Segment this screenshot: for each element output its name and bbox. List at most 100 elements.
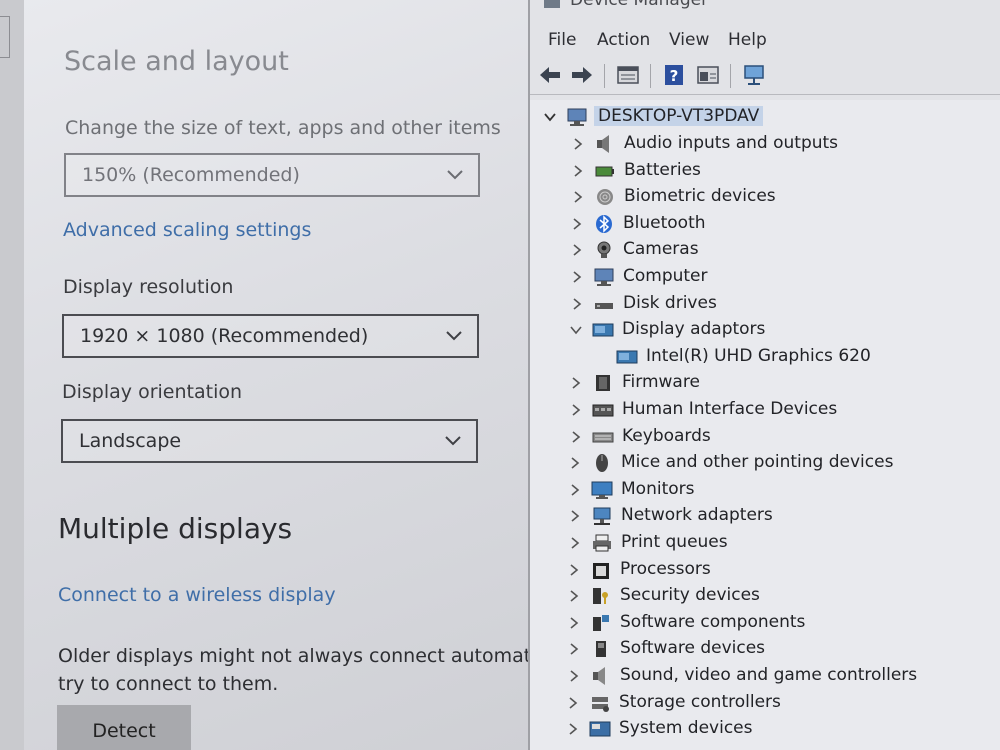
tree-category[interactable]: Processors — [530, 557, 1000, 583]
bluetooth-icon — [596, 214, 612, 233]
tree-category[interactable]: Display adaptors — [530, 317, 1000, 343]
tree-category[interactable]: Batteries — [530, 158, 1000, 184]
chevron-right-icon[interactable] — [569, 537, 581, 549]
update-driver-icon[interactable] — [696, 64, 720, 86]
tree-item-label: Software devices — [620, 638, 766, 659]
tree-item-label: Print queues — [621, 532, 728, 552]
tree-category[interactable]: Bluetooth — [530, 211, 1000, 237]
resolution-dropdown[interactable]: 1920 × 1080 (Recommended) — [62, 314, 479, 358]
tree-category[interactable]: Human Interface Devices — [530, 397, 1000, 423]
security-device-icon — [593, 588, 608, 605]
chevron-right-icon[interactable] — [569, 510, 581, 523]
menu-bar: File Action View Help — [530, 26, 1000, 56]
battery-icon — [595, 166, 614, 177]
computer-icon — [567, 108, 587, 126]
hid-icon — [592, 404, 614, 417]
tree-category[interactable]: Cameras — [530, 237, 1000, 263]
scale-dropdown[interactable]: 150% (Recommended) — [64, 153, 480, 197]
display-settings-panel: Scale and layout Change the size of text… — [0, 0, 530, 750]
orientation-dropdown[interactable]: Landscape — [61, 419, 478, 463]
chevron-down-icon[interactable] — [544, 111, 556, 123]
tree-category[interactable]: Computer — [530, 264, 1000, 290]
detect-button[interactable]: Detect — [57, 705, 191, 750]
tree-root[interactable]: DESKTOP-VT3PDAV — [530, 104, 1000, 130]
tree-category[interactable]: Biometric devices — [530, 184, 1000, 210]
tree-category[interactable]: System devices — [530, 716, 1000, 742]
firmware-icon — [596, 375, 610, 392]
window-title: Device Manager — [570, 0, 709, 10]
software-device-icon — [596, 641, 606, 658]
device-manager-icon — [544, 0, 560, 8]
help-icon[interactable]: ? — [662, 64, 686, 86]
tree-item-label: Sound, video and game controllers — [620, 665, 918, 685]
tree-item-label: Audio inputs and outputs — [624, 133, 839, 153]
tree-item-label: Batteries — [624, 159, 701, 180]
chevron-right-icon[interactable] — [571, 297, 583, 310]
chevron-right-icon[interactable] — [568, 590, 580, 602]
tree-item-label: Mice and other pointing devices — [621, 452, 894, 473]
monitor-icon — [591, 481, 613, 499]
tree-category[interactable]: Monitors — [530, 477, 1000, 503]
chevron-down-icon[interactable] — [570, 324, 582, 336]
orientation-dropdown-value: Landscape — [79, 430, 182, 452]
tree-item-label: Storage controllers — [619, 691, 781, 712]
chevron-right-icon[interactable] — [572, 138, 584, 150]
chevron-right-icon[interactable] — [568, 563, 580, 576]
menu-file[interactable]: File — [548, 30, 576, 50]
tree-category[interactable]: Audio inputs and outputs — [530, 131, 1000, 157]
older-displays-text-line2: try to connect to them. — [58, 673, 279, 695]
tree-category[interactable]: Keyboards — [530, 424, 1000, 450]
chevron-right-icon[interactable] — [567, 696, 579, 709]
advanced-scaling-link[interactable]: Advanced scaling settings — [63, 219, 311, 241]
chevron-right-icon[interactable] — [568, 643, 580, 656]
chevron-right-icon[interactable] — [568, 617, 580, 629]
scale-layout-heading: Scale and layout — [64, 46, 289, 77]
scan-hardware-icon[interactable] — [742, 64, 766, 86]
chevron-right-icon[interactable] — [571, 218, 583, 230]
computer-icon — [594, 268, 614, 286]
tree-category[interactable]: Firmware — [530, 370, 1000, 396]
system-devices-icon — [589, 721, 611, 737]
chevron-right-icon[interactable] — [570, 404, 582, 416]
scale-label: Change the size of text, apps and other … — [65, 117, 501, 139]
chevron-right-icon[interactable] — [568, 670, 580, 682]
wireless-display-link[interactable]: Connect to a wireless display — [58, 584, 336, 606]
tree-category[interactable]: Sound, video and game controllers — [530, 663, 1000, 689]
tree-category[interactable]: Print queues — [530, 530, 1000, 556]
tree-category[interactable]: Network adapters — [530, 503, 1000, 529]
orientation-label: Display orientation — [62, 381, 243, 403]
menu-help[interactable]: Help — [728, 30, 767, 50]
menu-view[interactable]: View — [669, 30, 709, 50]
printer-icon — [593, 534, 611, 552]
tree-category[interactable]: Storage controllers — [530, 690, 1000, 716]
tree-category[interactable]: Security devices — [530, 583, 1000, 609]
tree-category[interactable]: Software components — [530, 610, 1000, 636]
tree-item-label: Intel(R) UHD Graphics 620 — [646, 345, 871, 366]
chevron-right-icon[interactable] — [571, 271, 583, 283]
back-arrow-icon[interactable] — [538, 64, 562, 86]
forward-arrow-icon[interactable] — [570, 64, 594, 86]
chevron-right-icon[interactable] — [567, 723, 579, 735]
chevron-right-icon[interactable] — [570, 377, 582, 390]
chevron-down-icon — [447, 170, 463, 180]
tree-category[interactable]: Mice and other pointing devices — [530, 450, 1000, 476]
chevron-right-icon[interactable] — [569, 457, 581, 469]
tree-category[interactable]: Disk drives — [530, 291, 1000, 317]
chevron-right-icon[interactable] — [572, 191, 584, 203]
network-adapter-icon — [593, 507, 611, 526]
older-displays-text-line1: Older displays might not always connect … — [58, 645, 528, 667]
chevron-right-icon[interactable] — [572, 164, 584, 177]
properties-icon[interactable] — [616, 64, 640, 86]
mouse-icon — [596, 454, 608, 473]
tree-item-label: Computer — [623, 266, 708, 286]
chevron-right-icon[interactable] — [570, 430, 582, 443]
menu-action[interactable]: Action — [597, 30, 650, 50]
chevron-right-icon[interactable] — [569, 484, 581, 496]
tree-item-label: Network adapters — [621, 505, 773, 526]
tree-category[interactable]: Software devices — [530, 636, 1000, 662]
chevron-right-icon[interactable] — [571, 244, 583, 257]
tree-child-item[interactable]: Intel(R) UHD Graphics 620 — [530, 344, 1000, 370]
tree-item-label: Software components — [620, 611, 806, 632]
toolbar-separator — [650, 64, 651, 88]
resolution-label: Display resolution — [63, 276, 234, 298]
